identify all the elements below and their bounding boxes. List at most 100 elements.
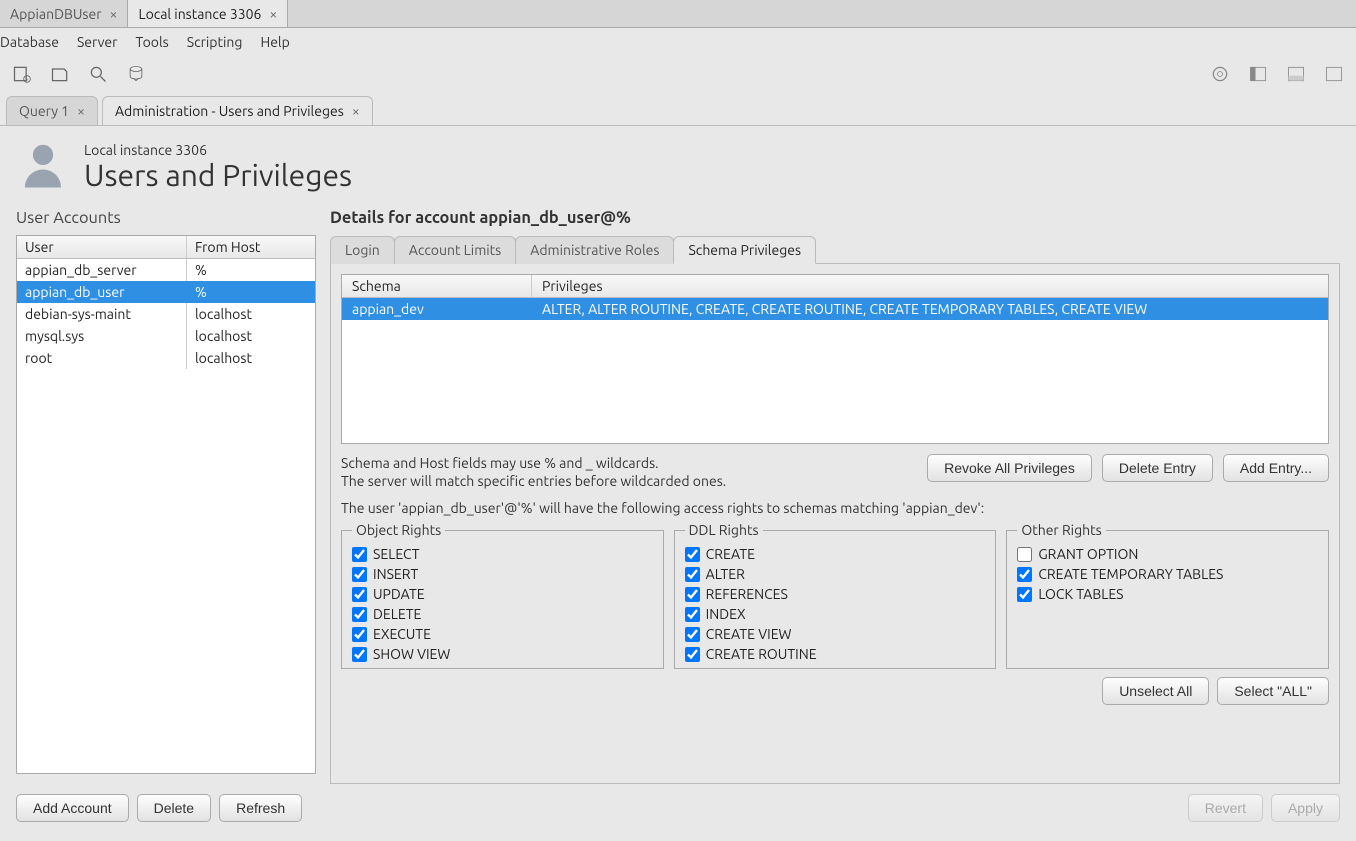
right-item[interactable]: LOCK TABLES [1017, 584, 1318, 604]
panel-toggle-bottom-icon[interactable] [1284, 62, 1308, 86]
panel-toggle-right-icon[interactable] [1322, 62, 1346, 86]
rights-row: Object Rights SELECTINSERTUPDATE DELETE EX… [341, 522, 1329, 669]
table-row[interactable]: appian_db_user% [17, 281, 315, 303]
table-row[interactable]: appian_devALTER, ALTER ROUTINE, CREATE, … [342, 298, 1328, 320]
right-label: CREATE TEMPORARY TABLES [1038, 566, 1223, 582]
close-icon[interactable]: × [110, 6, 118, 22]
menu-item[interactable]: Database [0, 34, 59, 50]
right-checkbox[interactable] [352, 647, 367, 662]
right-item[interactable]: ALTER [685, 564, 986, 584]
menu-item[interactable]: Tools [135, 34, 168, 50]
new-sql-tab-icon[interactable]: + [10, 62, 34, 86]
cell-schema: appian_dev [342, 298, 532, 320]
right-label: LOCK TABLES [1038, 586, 1123, 602]
table-row[interactable]: appian_db_server% [17, 259, 315, 281]
tab-login[interactable]: Login [330, 236, 395, 264]
menubar: Database Server Tools Scripting Help [0, 28, 1356, 56]
cell-user: appian_db_user [17, 281, 187, 303]
inspector-icon[interactable] [86, 62, 110, 86]
close-icon[interactable]: × [352, 103, 360, 119]
right-item[interactable]: REFERENCES [685, 584, 986, 604]
settings-icon[interactable] [1208, 62, 1232, 86]
right-item[interactable]: SELECT [352, 544, 653, 564]
close-icon[interactable]: × [77, 103, 85, 119]
right-checkbox[interactable] [352, 547, 367, 562]
delete-account-button[interactable]: Delete [137, 794, 211, 822]
menu-item[interactable]: Server [77, 34, 118, 50]
close-icon[interactable]: × [269, 6, 277, 22]
menu-item[interactable]: Help [260, 34, 289, 50]
panel-toggle-left-icon[interactable] [1246, 62, 1270, 86]
right-checkbox[interactable] [352, 567, 367, 582]
details-pane: Details for account appian_db_user@% Log… [330, 209, 1340, 822]
right-item[interactable]: GRANT OPTION [1017, 544, 1318, 564]
refresh-button[interactable]: Refresh [219, 794, 302, 822]
object-rights-legend: Object Rights [352, 522, 445, 538]
ddl-rights-legend: DDL Rights [685, 522, 763, 538]
cell-host: % [187, 259, 315, 281]
data-import-icon[interactable] [124, 62, 148, 86]
table-row[interactable]: debian-sys-maintlocalhost [17, 303, 315, 325]
add-entry-button[interactable]: Add Entry... [1223, 454, 1329, 482]
document-panel: Local instance 3306 Users and Privileges… [0, 125, 1356, 830]
right-item[interactable]: CREATE [685, 544, 986, 564]
detail-tabs: Login Account Limits Administrative Role… [330, 235, 1340, 263]
tab-schema-privileges[interactable]: Schema Privileges [673, 236, 816, 264]
revert-button[interactable]: Revert [1188, 794, 1263, 822]
col-header-host[interactable]: From Host [187, 236, 315, 258]
right-item[interactable]: CREATE ROUTINE [685, 644, 986, 664]
delete-entry-button[interactable]: Delete Entry [1102, 454, 1213, 482]
right-checkbox[interactable] [685, 567, 700, 582]
doc-tab-admin[interactable]: Administration - Users and Privileges × [102, 96, 373, 125]
right-checkbox[interactable] [1017, 567, 1032, 582]
right-checkbox[interactable] [685, 547, 700, 562]
right-checkbox[interactable] [685, 627, 700, 642]
right-label: REFERENCES [706, 586, 788, 602]
cell-user: root [17, 347, 187, 369]
col-header-user[interactable]: User [17, 236, 187, 258]
revoke-all-button[interactable]: Revoke All Privileges [927, 454, 1092, 482]
doc-tab-label: Administration - Users and Privileges [115, 103, 344, 119]
right-item[interactable]: INSERT [352, 564, 653, 584]
table-row[interactable]: mysql.syslocalhost [17, 325, 315, 347]
tab-admin-roles[interactable]: Administrative Roles [515, 236, 674, 264]
right-label: GRANT OPTION [1038, 546, 1138, 562]
other-rights-group: Other Rights GRANT OPTIONCREATE TEMPORAR… [1006, 522, 1329, 669]
right-checkbox[interactable] [352, 587, 367, 602]
col-header-schema[interactable]: Schema [342, 275, 532, 297]
add-account-button[interactable]: Add Account [16, 794, 129, 822]
right-checkbox[interactable] [685, 587, 700, 602]
connection-tab-label: AppianDBUser [10, 6, 102, 22]
object-rights-group: Object Rights SELECTINSERTUPDATE DELETE EX… [341, 522, 664, 669]
schema-privileges-panel: Schema Privileges appian_devALTER, ALTER… [330, 263, 1340, 784]
right-item[interactable]: CREATE VIEW [685, 624, 986, 644]
unselect-all-button[interactable]: Unselect All [1102, 677, 1209, 705]
right-label: DELETE [373, 606, 421, 622]
right-checkbox[interactable] [352, 627, 367, 642]
col-header-privileges[interactable]: Privileges [532, 275, 1328, 297]
cell-user: mysql.sys [17, 325, 187, 347]
access-rights-text: The user 'appian_db_user'@'%' will have … [341, 500, 1329, 516]
right-item[interactable]: INDEX [685, 604, 986, 624]
right-item[interactable]: DELETE [352, 604, 653, 624]
right-checkbox[interactable] [685, 647, 700, 662]
open-sql-icon[interactable] [48, 62, 72, 86]
right-item[interactable]: SHOW VIEW [352, 644, 653, 664]
right-checkbox[interactable] [352, 607, 367, 622]
right-item[interactable]: CREATE TEMPORARY TABLES [1017, 564, 1318, 584]
page-header: Local instance 3306 Users and Privileges [16, 138, 1340, 195]
right-item[interactable]: EXECUTE [352, 624, 653, 644]
connection-tab[interactable]: Local instance 3306 × [128, 0, 288, 27]
connection-tab[interactable]: AppianDBUser × [0, 0, 128, 27]
user-accounts-heading: User Accounts [16, 209, 316, 227]
doc-tab-query[interactable]: Query 1 × [6, 96, 98, 125]
right-item[interactable]: UPDATE [352, 584, 653, 604]
menu-item[interactable]: Scripting [187, 34, 243, 50]
right-checkbox[interactable] [685, 607, 700, 622]
right-checkbox[interactable] [1017, 587, 1032, 602]
tab-account-limits[interactable]: Account Limits [394, 236, 517, 264]
table-row[interactable]: rootlocalhost [17, 347, 315, 369]
right-checkbox[interactable] [1017, 547, 1032, 562]
select-all-button[interactable]: Select "ALL" [1217, 677, 1329, 705]
apply-button[interactable]: Apply [1271, 794, 1340, 822]
